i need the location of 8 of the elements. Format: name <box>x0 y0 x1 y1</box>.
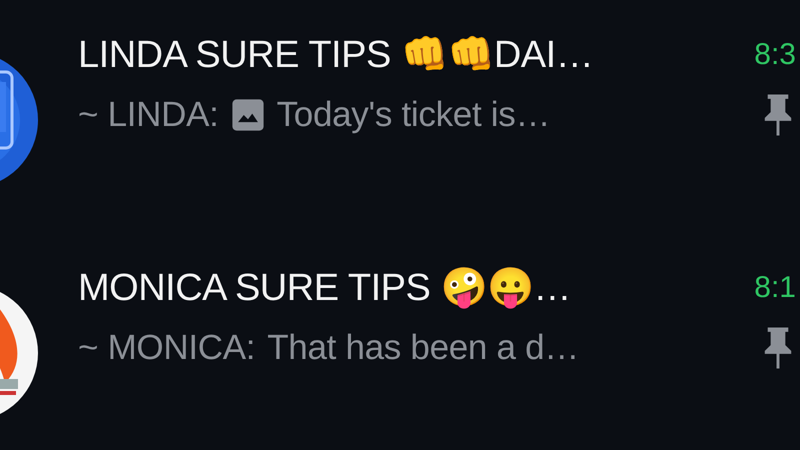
chat-title: MONICA SURE TIPS 🤪😛… <box>78 266 571 310</box>
message-time: 8:1 <box>754 270 796 304</box>
message-preview: That has been a d… <box>267 328 579 368</box>
message-preview: Today's ticket is… <box>276 95 550 135</box>
sender-name: ~ LINDA: <box>78 95 219 135</box>
message-time: 8:3 <box>754 38 796 72</box>
chat-title: LINDA SURE TIPS 👊👊DAI… <box>78 33 594 77</box>
sender-name: ~ MONICA: <box>78 328 256 368</box>
